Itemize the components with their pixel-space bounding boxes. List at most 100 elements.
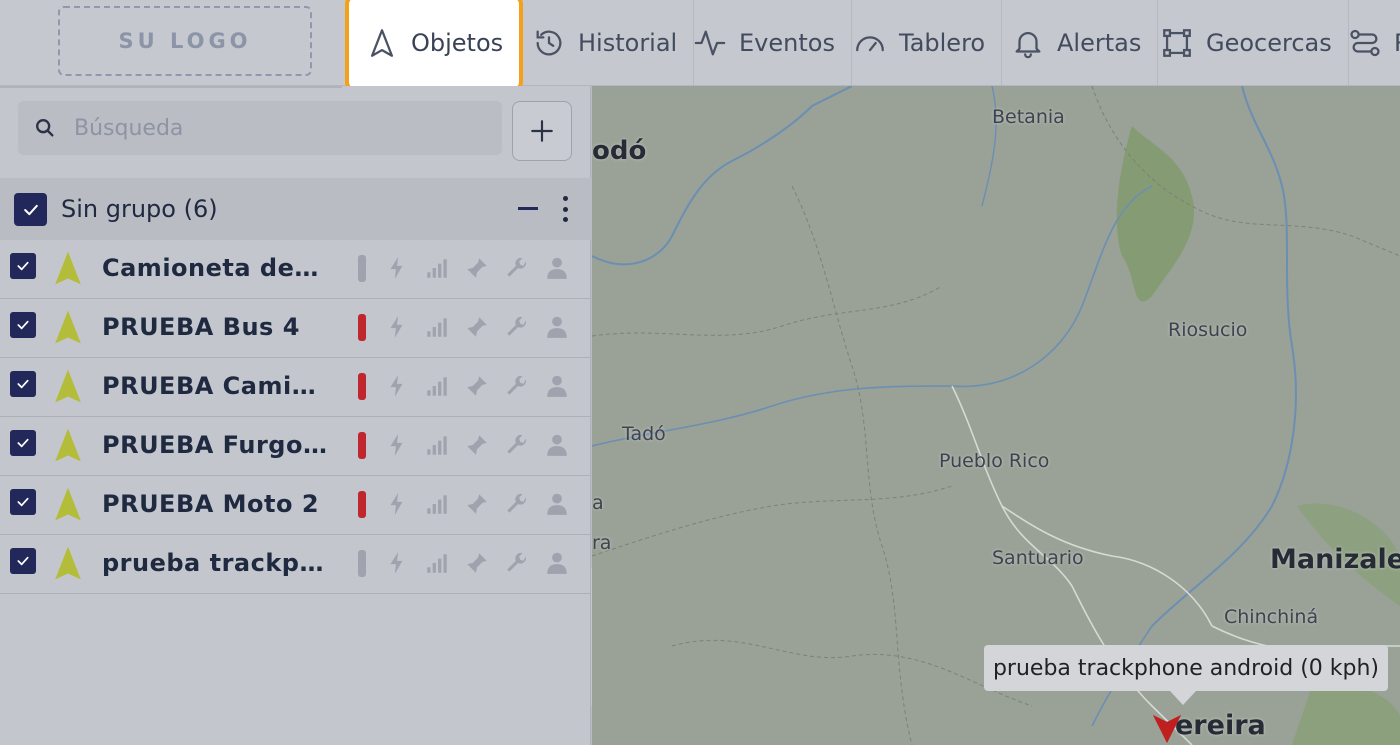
tab-label: R xyxy=(1394,29,1400,57)
map-label-tado: Tadó xyxy=(622,423,666,445)
ignition-icon xyxy=(390,552,403,574)
status-indicator xyxy=(358,314,366,341)
tab-tablero[interactable]: Tablero xyxy=(837,0,1003,85)
geofence-icon xyxy=(1163,28,1191,57)
object-checkbox[interactable] xyxy=(10,253,36,279)
navigation-arrow-icon xyxy=(370,29,394,57)
object-checkbox[interactable] xyxy=(10,371,36,397)
group-menu-button[interactable] xyxy=(555,194,575,224)
object-status-icons xyxy=(384,313,570,341)
wrench-icon xyxy=(507,375,526,395)
object-row[interactable]: PRUEBA Moto 2 xyxy=(0,476,591,535)
search-box[interactable] xyxy=(18,101,502,155)
driver-icon xyxy=(547,257,567,279)
object-checkbox[interactable] xyxy=(10,312,36,338)
status-indicator xyxy=(358,491,366,518)
driver-icon xyxy=(547,434,567,456)
status-indicator xyxy=(358,373,366,400)
driver-icon xyxy=(547,316,567,338)
vehicle-marker-icon[interactable] xyxy=(1150,712,1184,745)
object-checkbox[interactable] xyxy=(10,489,36,515)
object-row[interactable]: PRUEBA Bus 4 xyxy=(0,299,591,358)
signal-icon xyxy=(427,259,447,278)
driver-icon xyxy=(547,375,567,397)
tab-label: Geocercas xyxy=(1206,28,1332,57)
group-label: Sin grupo (6) xyxy=(61,195,218,223)
signal-icon xyxy=(427,554,447,573)
tab-routes[interactable]: R xyxy=(1332,0,1400,85)
check-icon xyxy=(17,497,29,507)
object-row[interactable]: Camioneta de rep... xyxy=(0,240,591,299)
pin-icon xyxy=(467,553,487,573)
pin-icon xyxy=(467,258,487,278)
check-icon xyxy=(17,379,29,389)
ignition-icon xyxy=(390,316,403,338)
top-navbar: SU LOGO Objetos Historial Eventos Tabler… xyxy=(0,0,1400,92)
check-icon xyxy=(17,438,29,448)
logo-placeholder: SU LOGO xyxy=(58,6,312,76)
object-row[interactable]: PRUEBA Camion 1 xyxy=(0,358,591,417)
object-checkbox[interactable] xyxy=(10,548,36,574)
ignition-icon xyxy=(390,257,403,279)
pin-icon xyxy=(467,435,487,455)
search-input[interactable] xyxy=(74,115,474,141)
pin-icon xyxy=(467,317,487,337)
map-label-pueblo-rico: Pueblo Rico xyxy=(939,450,1050,472)
object-row[interactable]: PRUEBA Furgon 3 xyxy=(0,417,591,476)
wrench-icon xyxy=(507,316,526,336)
group-collapse-button[interactable] xyxy=(518,207,538,210)
plus-icon xyxy=(531,120,553,142)
ignition-icon xyxy=(390,434,403,456)
pin-icon xyxy=(467,494,487,514)
check-icon xyxy=(17,261,29,271)
tab-historial[interactable]: Historial xyxy=(516,0,695,85)
object-name: PRUEBA Camion 1 xyxy=(102,372,327,400)
object-direction-icon xyxy=(55,369,81,403)
object-direction-icon xyxy=(55,487,81,521)
status-indicator xyxy=(358,550,366,577)
object-row[interactable]: prueba trackphon... xyxy=(0,535,591,594)
status-indicator xyxy=(358,432,366,459)
add-object-button[interactable] xyxy=(512,101,572,161)
tab-label: Objetos xyxy=(411,29,504,57)
map-label-riosucio: Riosucio xyxy=(1168,319,1248,341)
tab-objetos[interactable]: Objetos xyxy=(345,0,524,92)
wrench-icon xyxy=(507,552,526,572)
object-name: prueba trackphon... xyxy=(102,549,327,577)
object-checkbox[interactable] xyxy=(10,430,36,456)
ignition-icon xyxy=(390,493,403,515)
object-name: PRUEBA Bus 4 xyxy=(102,313,300,341)
tab-geocercas[interactable]: Geocercas xyxy=(1144,0,1349,85)
object-name: Camioneta de rep... xyxy=(102,254,327,282)
pin-icon xyxy=(467,376,487,396)
tab-eventos[interactable]: Eventos xyxy=(677,0,852,85)
tab-label: Eventos xyxy=(739,28,835,57)
driver-icon xyxy=(547,493,567,515)
map-label-manizales: Manizales xyxy=(1270,544,1400,575)
group-checkbox[interactable] xyxy=(14,193,47,226)
bell-icon xyxy=(1015,31,1041,58)
map-label-partial-ra: ra xyxy=(592,532,612,554)
map-label-pereira: ereira xyxy=(1175,710,1266,741)
driver-icon xyxy=(547,552,567,574)
object-direction-icon xyxy=(55,310,81,344)
objects-sidebar: Sin grupo (6) Camioneta de rep... PRUEBA … xyxy=(0,86,591,745)
signal-icon xyxy=(427,318,447,337)
map-label-chinchina: Chinchiná xyxy=(1224,606,1319,628)
map-label-santuario: Santuario xyxy=(992,547,1084,569)
tab-alertas[interactable]: Alertas xyxy=(995,0,1159,85)
check-icon xyxy=(23,204,38,215)
map-label-partial-a: a xyxy=(592,492,604,514)
tab-label: Alertas xyxy=(1057,28,1142,57)
activity-icon xyxy=(694,30,726,55)
status-indicator xyxy=(358,255,366,282)
object-status-icons xyxy=(384,431,570,459)
history-icon xyxy=(536,30,562,55)
wrench-icon xyxy=(507,434,526,454)
signal-icon xyxy=(427,436,447,455)
check-icon xyxy=(17,556,29,566)
ignition-icon xyxy=(390,375,403,397)
object-name: PRUEBA Furgon 3 xyxy=(102,431,327,459)
map-label-quibdo: odó xyxy=(592,136,647,166)
object-status-icons xyxy=(384,372,570,400)
